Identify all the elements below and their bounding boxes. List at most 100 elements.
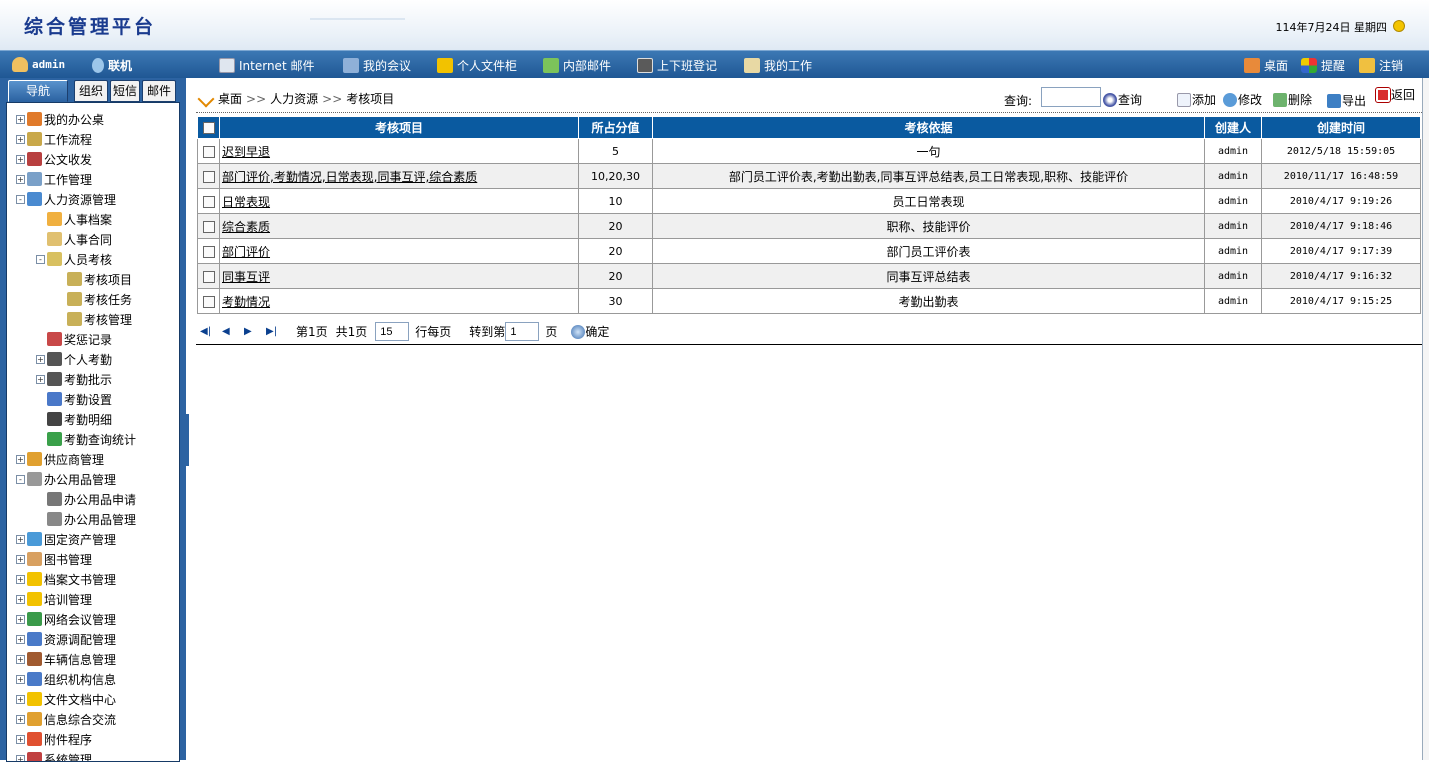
row-checkbox[interactable]: [203, 296, 215, 308]
item-name-cell[interactable]: 日常表现: [220, 189, 579, 214]
row-select-cell[interactable]: [198, 189, 220, 214]
tree-node[interactable]: 奖惩记录: [36, 330, 112, 348]
tree-node[interactable]: +系统管理: [16, 750, 92, 762]
menu-my-work[interactable]: 我的工作: [744, 57, 812, 74]
table-row[interactable]: 综合素质20职称、技能评价admin2010/4/17 9:18:46: [198, 214, 1421, 239]
expand-icon[interactable]: +: [16, 595, 25, 604]
item-name-link[interactable]: 日常表现: [222, 195, 270, 209]
tree-node[interactable]: +图书管理: [16, 550, 92, 568]
tree-node[interactable]: +组织机构信息: [16, 670, 116, 688]
menu-logout[interactable]: 注销: [1359, 57, 1403, 74]
expand-icon[interactable]: +: [16, 175, 25, 184]
column-header[interactable]: 考核项目: [220, 117, 579, 139]
row-select-cell[interactable]: [198, 289, 220, 314]
expand-icon[interactable]: +: [16, 635, 25, 644]
breadcrumb-item[interactable]: 桌面: [218, 90, 242, 107]
tree-node[interactable]: +工作管理: [16, 170, 92, 188]
expand-icon[interactable]: +: [16, 535, 25, 544]
column-header[interactable]: 创建时间: [1262, 117, 1421, 139]
tab-organization[interactable]: 组织: [74, 80, 108, 102]
sidebar-collapse-handle[interactable]: [184, 414, 189, 466]
tree-node[interactable]: +公文收发: [16, 150, 92, 168]
tab-navigation[interactable]: 导航: [8, 80, 68, 102]
item-name-cell[interactable]: 综合素质: [220, 214, 579, 239]
tree-node[interactable]: +附件程序: [16, 730, 92, 748]
expand-icon[interactable]: +: [16, 655, 25, 664]
tree-node[interactable]: -人力资源管理: [16, 190, 116, 208]
expand-icon[interactable]: +: [16, 615, 25, 624]
breadcrumb-item[interactable]: 人力资源: [270, 90, 318, 107]
item-name-cell[interactable]: 部门评价,考勤情况,日常表现,同事互评,综合素质: [220, 164, 579, 189]
column-header[interactable]: 所占分值: [579, 117, 653, 139]
tab-sms[interactable]: 短信: [110, 80, 140, 102]
tree-node[interactable]: 考核管理: [56, 310, 132, 328]
menu-my-meeting[interactable]: 我的会议: [343, 57, 411, 74]
tree-node[interactable]: 办公用品申请: [36, 490, 136, 508]
expand-icon[interactable]: +: [16, 675, 25, 684]
expand-icon[interactable]: +: [16, 755, 25, 762]
expand-icon[interactable]: +: [16, 695, 25, 704]
tree-node[interactable]: +个人考勤: [36, 350, 112, 368]
expand-icon[interactable]: +: [16, 455, 25, 464]
tree-node[interactable]: +资源调配管理: [16, 630, 116, 648]
item-name-link[interactable]: 部门评价,考勤情况,日常表现,同事互评,综合素质: [222, 170, 477, 184]
tree-node[interactable]: +供应商管理: [16, 450, 104, 468]
row-checkbox[interactable]: [203, 146, 215, 158]
per-page-input[interactable]: [375, 322, 409, 341]
table-row[interactable]: 同事互评20同事互评总结表admin2010/4/17 9:16:32: [198, 264, 1421, 289]
item-name-cell[interactable]: 部门评价: [220, 239, 579, 264]
tree-node[interactable]: 考勤设置: [36, 390, 112, 408]
row-checkbox[interactable]: [203, 196, 215, 208]
tree-node[interactable]: +考勤批示: [36, 370, 112, 388]
collapse-icon[interactable]: -: [16, 475, 25, 484]
row-checkbox[interactable]: [203, 171, 215, 183]
expand-icon[interactable]: +: [16, 135, 25, 144]
delete-button[interactable]: 删除: [1273, 91, 1312, 108]
tree-node[interactable]: 人事档案: [36, 210, 112, 228]
table-row[interactable]: 考勤情况30考勤出勤表admin2010/4/17 9:15:25: [198, 289, 1421, 314]
tree-node[interactable]: 考核任务: [56, 290, 132, 308]
tree-node[interactable]: 考核项目: [56, 270, 132, 288]
first-page-icon[interactable]: ◀|: [200, 327, 210, 337]
collapse-icon[interactable]: -: [36, 255, 45, 264]
expand-icon[interactable]: +: [36, 375, 45, 384]
search-button[interactable]: 查询: [1103, 91, 1142, 108]
item-name-link[interactable]: 迟到早退: [222, 145, 270, 159]
select-all-checkbox[interactable]: [203, 122, 215, 134]
item-name-link[interactable]: 考勤情况: [222, 295, 270, 309]
row-select-cell[interactable]: [198, 264, 220, 289]
row-checkbox[interactable]: [203, 246, 215, 258]
tree-node[interactable]: 办公用品管理: [36, 510, 136, 528]
tree-node[interactable]: -办公用品管理: [16, 470, 116, 488]
table-row[interactable]: 部门评价,考勤情况,日常表现,同事互评,综合素质10,20,30部门员工评价表,…: [198, 164, 1421, 189]
row-select-cell[interactable]: [198, 214, 220, 239]
row-select-cell[interactable]: [198, 164, 220, 189]
row-select-cell[interactable]: [198, 239, 220, 264]
expand-icon[interactable]: +: [16, 735, 25, 744]
collapse-icon[interactable]: -: [16, 195, 25, 204]
back-button[interactable]: 返回: [1376, 86, 1415, 103]
tab-mail[interactable]: 邮件: [142, 80, 176, 102]
item-name-cell[interactable]: 考勤情况: [220, 289, 579, 314]
tree-node[interactable]: -人员考核: [36, 250, 112, 268]
tree-node[interactable]: +档案文书管理: [16, 570, 116, 588]
tree-node[interactable]: +文件文档中心: [16, 690, 116, 708]
item-name-link[interactable]: 综合素质: [222, 220, 270, 234]
menu-internet-mail[interactable]: Internet 邮件: [219, 57, 314, 74]
vertical-scrollbar[interactable]: [1422, 78, 1429, 760]
expand-icon[interactable]: +: [16, 555, 25, 564]
item-name-cell[interactable]: 同事互评: [220, 264, 579, 289]
tree-node[interactable]: +网络会议管理: [16, 610, 116, 628]
expand-icon[interactable]: +: [16, 715, 25, 724]
column-header[interactable]: 创建人: [1205, 117, 1262, 139]
tree-node[interactable]: 人事合同: [36, 230, 112, 248]
tree-node[interactable]: +车辆信息管理: [16, 650, 116, 668]
menu-reminder[interactable]: 提醒: [1301, 57, 1345, 74]
prev-page-icon[interactable]: ◀: [222, 327, 232, 337]
expand-icon[interactable]: +: [16, 155, 25, 164]
table-row[interactable]: 迟到早退5一句admin2012/5/18 15:59:05: [198, 139, 1421, 164]
item-name-link[interactable]: 同事互评: [222, 270, 270, 284]
goto-page-input[interactable]: [505, 322, 539, 341]
select-all-header[interactable]: [198, 117, 220, 139]
row-checkbox[interactable]: [203, 271, 215, 283]
